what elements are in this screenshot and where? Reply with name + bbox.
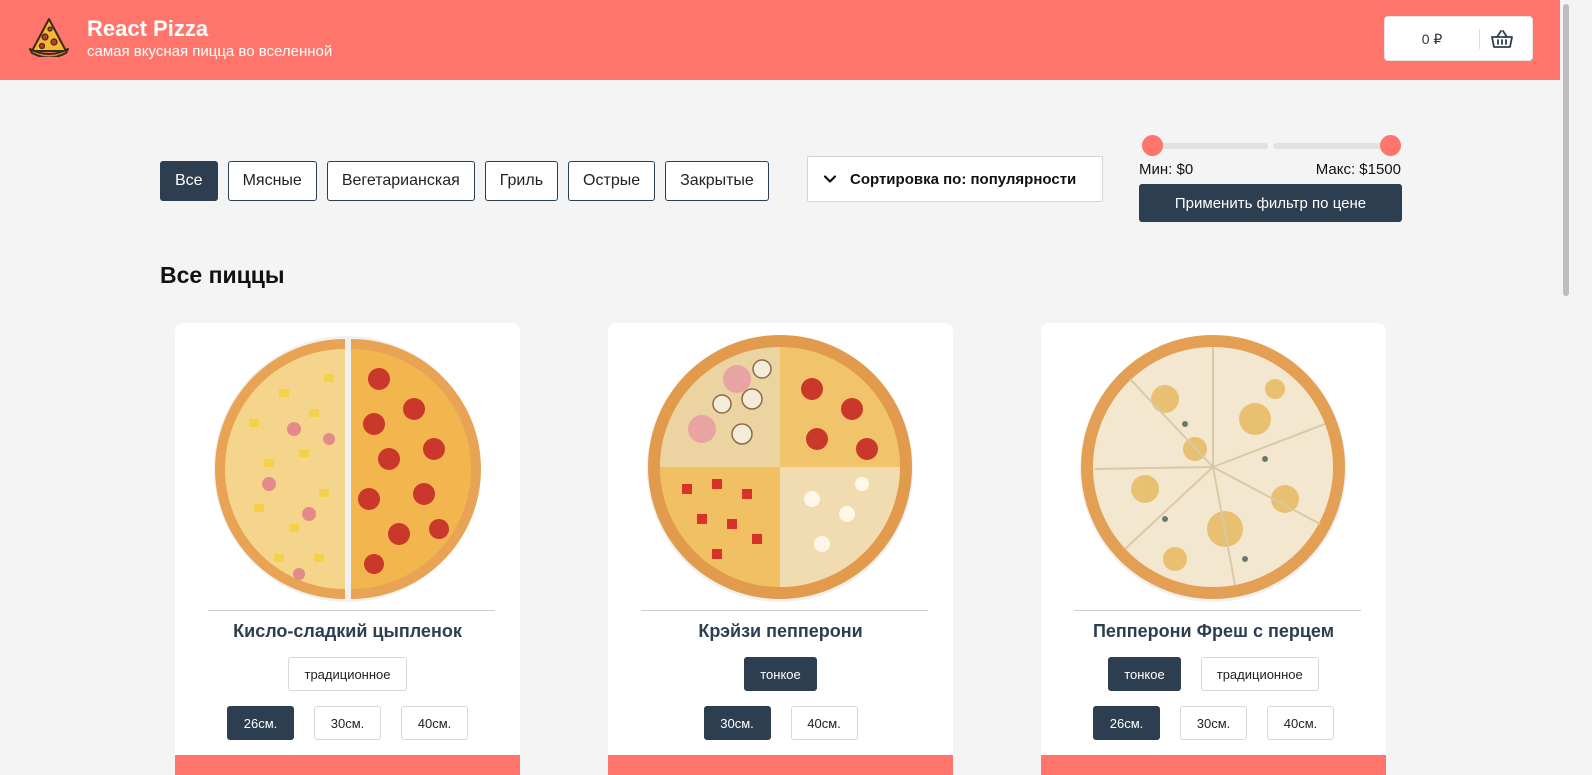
size-options: 30см. 40см. [608,706,953,740]
pizza-name: Крэйзи пепперони [698,621,863,641]
size-option[interactable]: 30см. [703,706,771,740]
brand-title: React Pizza [87,16,209,41]
card-divider [208,610,495,611]
dough-type-options: тонкое [608,657,953,691]
size-option[interactable]: 26см. [227,706,294,740]
pizza-slice-icon[interactable] [28,15,70,57]
price-min-label: Мин: $0 [1139,161,1194,178]
size-options: 26см. 30см. 40см. [175,706,520,740]
card-divider [641,610,928,611]
size-option[interactable]: 40см. [790,706,858,740]
cart-price: 0 ₽ [1421,31,1443,47]
category-grill[interactable]: Гриль [484,161,559,201]
category-list: Все Мясные Вегетарианская Гриль Острые З… [160,161,779,201]
price-range-slider[interactable] [1140,135,1402,157]
size-option[interactable]: 40см. [401,706,468,740]
pizza-card: Пепперони Фреш с перцем тонкое традицион… [1041,323,1386,775]
dough-type-options: тонкое традиционное [1041,657,1386,691]
size-option[interactable]: 40см. [1267,706,1334,740]
pizza-image [1080,335,1346,602]
size-options: 26см. 30см. 40см. [1041,706,1386,740]
category-closed[interactable]: Закрытые [665,161,769,201]
dough-type-options: традиционное [175,657,520,691]
size-option[interactable]: 26см. [1093,706,1160,740]
category-vegetarian[interactable]: Вегетарианская [326,161,475,201]
category-meat[interactable]: Мясные [227,161,317,201]
header: React Pizza самая вкусная пицца во вселе… [0,0,1560,80]
pizza-name: Кисло-сладкий цыпленок [233,621,462,641]
dough-type-option[interactable]: традиционное [1200,657,1319,691]
size-option[interactable]: 30см. [314,706,381,740]
slider-track-min[interactable] [1150,143,1268,149]
basket-icon [1491,30,1513,48]
dough-type-option[interactable]: тонкое [1108,657,1181,691]
slider-thumb-max[interactable] [1380,135,1401,156]
dough-type-option[interactable]: традиционное [288,657,407,691]
sort-label: Сортировка по: популярности [850,170,1077,188]
chevron-down-icon [823,175,837,183]
dough-type-option[interactable]: тонкое [744,657,817,691]
pizza-image [647,335,913,602]
card-divider [1074,610,1361,611]
brand-subtitle: самая вкусная пицца во вселенной [87,43,333,60]
sort-dropdown[interactable]: Сортировка по: популярности [807,156,1103,202]
section-title: Все пиццы [160,262,285,288]
size-option[interactable]: 30см. [1180,706,1247,740]
slider-thumb-min[interactable] [1142,135,1163,156]
apply-price-filter-button[interactable]: Применить фильтр по цене [1139,184,1402,222]
add-to-cart-bar[interactable] [175,755,520,775]
pizza-card: Кисло-сладкий цыпленок традиционное 26см… [175,323,520,775]
pizza-card: Крэйзи пепперони тонкое 30см. 40см. [608,323,953,775]
price-max-label: Макс: $1500 [1315,161,1401,178]
add-to-cart-bar[interactable] [608,755,953,775]
category-all[interactable]: Все [160,161,218,201]
add-to-cart-bar[interactable] [1041,755,1386,775]
pizza-image [214,336,481,602]
category-spicy[interactable]: Острые [568,161,656,201]
slider-track-max[interactable] [1273,143,1391,149]
scrollbar-thumb[interactable] [1563,4,1569,296]
pizza-name: Пепперони Фреш с перцем [1092,621,1335,641]
cart-button[interactable]: 0 ₽ [1384,16,1533,61]
cart-divider [1479,29,1480,49]
